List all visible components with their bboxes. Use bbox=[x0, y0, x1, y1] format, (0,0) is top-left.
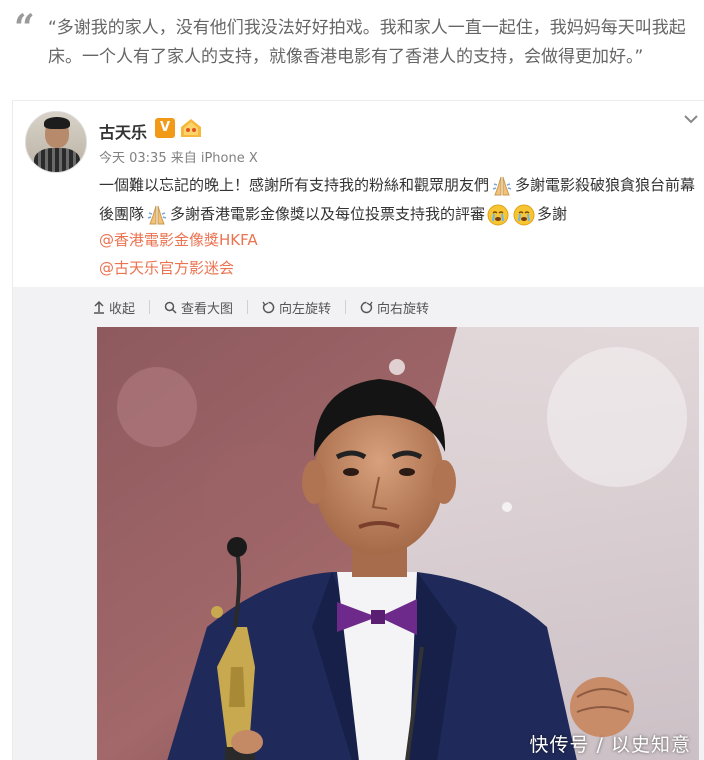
collapse-label: 收起 bbox=[109, 301, 136, 317]
post-meta: 今天 03:35 来自 iPhone X bbox=[99, 151, 258, 166]
image-toolbar: 收起 查看大图 向左旋转 向右旋转 bbox=[93, 297, 443, 317]
view-large-button[interactable]: 查看大图 bbox=[164, 298, 233, 317]
toolbar-divider bbox=[345, 300, 347, 314]
rotate-left-icon bbox=[262, 301, 275, 313]
collapse-button[interactable]: 收起 bbox=[93, 298, 135, 317]
award-photo-illustration bbox=[97, 327, 699, 760]
search-icon bbox=[164, 301, 177, 314]
rotate-right-button[interactable]: 向右旋转 bbox=[360, 298, 429, 317]
post-text-part4: 多謝 bbox=[537, 205, 568, 223]
quote-text: “多谢我的家人，没有他们我没法好好拍戏。我和家人一直一起住，我妈妈每天叫我起床。… bbox=[48, 18, 686, 67]
rotate-left-label: 向左旋转 bbox=[279, 301, 332, 317]
avatar[interactable] bbox=[25, 111, 87, 173]
crying-face-icon bbox=[513, 204, 535, 225]
post-text-part1: 一個難以忘記的晚上！感謝所有支持我的粉絲和觀眾朋友們 bbox=[99, 176, 490, 194]
level-badge-icon bbox=[181, 119, 201, 137]
post-text-part3: 多謝香港電影金像獎以及每位投票支持我的評審 bbox=[170, 205, 486, 223]
crying-face-icon bbox=[487, 204, 509, 225]
chevron-down-icon[interactable] bbox=[683, 111, 699, 127]
quote-block: “ “多谢我的家人，没有他们我没法好好拍戏。我和家人一直一起住，我妈妈每天叫我起… bbox=[0, 0, 704, 96]
praying-hands-icon bbox=[492, 176, 512, 195]
mention-link-fanclub[interactable]: @古天乐官方影迷会 bbox=[99, 257, 234, 278]
toolbar-divider bbox=[247, 300, 249, 314]
rotate-right-label: 向右旋转 bbox=[377, 301, 430, 317]
rotate-right-icon bbox=[360, 301, 373, 313]
quote-mark-icon: “ bbox=[14, 7, 35, 49]
praying-hands-icon bbox=[147, 205, 167, 224]
username[interactable]: 古天乐 bbox=[99, 119, 147, 143]
rotate-left-button[interactable]: 向左旋转 bbox=[262, 298, 331, 317]
post-text: 一個難以忘記的晚上！感謝所有支持我的粉絲和觀眾朋友們 多謝電影殺破狼貪狼台前幕後團… bbox=[99, 171, 699, 229]
weibo-post-card: 古天乐 V 今天 03:35 来自 iPhone X 一個難以忘記的晚上！感謝所… bbox=[12, 100, 704, 760]
toolbar-divider bbox=[149, 300, 151, 314]
image-viewer: 收起 查看大图 向左旋转 向右旋转 快传号 / 以史知意 bbox=[13, 287, 704, 760]
watermark: 快传号 / 以史知意 bbox=[529, 734, 691, 756]
award-photo[interactable]: 快传号 / 以史知意 bbox=[97, 327, 699, 760]
vip-badge-icon: V bbox=[155, 118, 175, 138]
collapse-icon bbox=[94, 300, 104, 314]
mention-link-hkfa[interactable]: @香港電影金像獎HKFA bbox=[99, 229, 258, 250]
view-large-label: 查看大图 bbox=[181, 301, 234, 317]
